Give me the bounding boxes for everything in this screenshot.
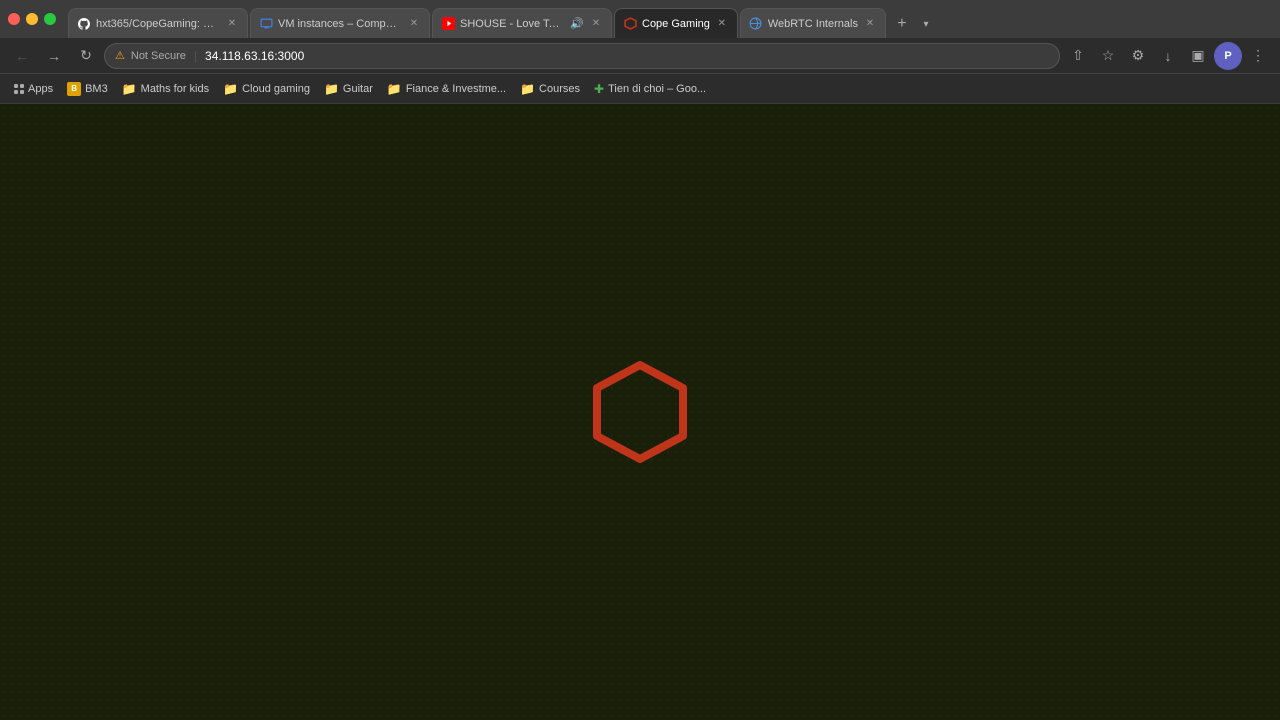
tab-title-github: hxt365/CopeGaming: Cloud-b... — [96, 18, 220, 30]
tab-close-github[interactable]: ✕ — [225, 17, 239, 31]
toolbar-right: ⇧ ☆ ⚙ ↓ ▣ P ⋮ — [1064, 42, 1272, 70]
bookmark-maths[interactable]: 📁 Maths for kids — [116, 79, 215, 99]
tab-cope-gaming[interactable]: Cope Gaming ✕ — [614, 8, 738, 38]
reload-button[interactable]: ↻ — [72, 42, 100, 70]
close-button[interactable] — [8, 13, 20, 25]
menu-button[interactable]: ⋮ — [1244, 42, 1272, 70]
sidebar-button[interactable]: ▣ — [1184, 42, 1212, 70]
window-controls — [8, 13, 56, 25]
bookmark-fiance-label: Fiance & Investme... — [406, 83, 506, 95]
downloads-button[interactable]: ↓ — [1154, 42, 1182, 70]
bookmark-fiance[interactable]: 📁 Fiance & Investme... — [381, 79, 512, 99]
cope-favicon-icon — [623, 17, 637, 31]
tien-icon: ✚ — [594, 82, 604, 96]
apps-label: Apps — [28, 83, 53, 95]
tab-github[interactable]: hxt365/CopeGaming: Cloud-b... ✕ — [68, 8, 248, 38]
folder-courses-icon: 📁 — [520, 82, 535, 96]
bookmark-maths-label: Maths for kids — [141, 83, 209, 95]
bookmark-guitar[interactable]: 📁 Guitar — [318, 79, 379, 99]
bookmark-cloud[interactable]: 📁 Cloud gaming — [217, 79, 316, 99]
bm3-icon: B — [67, 82, 81, 96]
folder-cloud-icon: 📁 — [223, 82, 238, 96]
folder-icon: 📁 — [122, 82, 137, 96]
apps-button[interactable]: Apps — [8, 80, 59, 98]
hexagon-container — [585, 357, 695, 467]
bookmark-bm3[interactable]: B BM3 — [61, 79, 114, 99]
main-content — [0, 104, 1280, 720]
lock-icon: ⚠ — [115, 49, 125, 62]
tab-close-webrtc[interactable]: ✕ — [863, 17, 877, 31]
bookmark-star-button[interactable]: ☆ — [1094, 42, 1122, 70]
address-bar: ← → ↻ ⚠ Not Secure | 34.118.63.16:3000 ⇧… — [0, 38, 1280, 74]
bookmark-guitar-label: Guitar — [343, 83, 373, 95]
new-tab-button[interactable]: + — [888, 10, 916, 38]
url-input[interactable]: ⚠ Not Secure | 34.118.63.16:3000 — [104, 43, 1060, 69]
bookmark-tien-label: Tien di choi – Goo... — [608, 83, 706, 95]
audio-icon: 🔊 — [570, 17, 584, 31]
github-favicon-icon — [77, 17, 91, 31]
bookmarks-bar: Apps B BM3 📁 Maths for kids 📁 Cloud gami… — [0, 74, 1280, 104]
tab-title-vm: VM instances – Compute Engi... — [278, 18, 402, 30]
url-text: 34.118.63.16:3000 — [205, 49, 1049, 63]
forward-button[interactable]: → — [40, 42, 68, 70]
hexagon-shape — [585, 357, 695, 467]
title-bar: hxt365/CopeGaming: Cloud-b... ✕ VM insta… — [0, 0, 1280, 38]
vm-favicon-icon — [259, 17, 273, 31]
tab-title-cope: Cope Gaming — [642, 18, 710, 30]
bookmark-bm3-label: BM3 — [85, 83, 108, 95]
profile-button[interactable]: P — [1214, 42, 1242, 70]
not-secure-label: Not Secure — [131, 50, 186, 62]
tab-vm[interactable]: VM instances – Compute Engi... ✕ — [250, 8, 430, 38]
bookmark-tien[interactable]: ✚ Tien di choi – Goo... — [588, 79, 712, 99]
tab-webrtc[interactable]: WebRTC Internals ✕ — [740, 8, 886, 38]
bookmark-cloud-label: Cloud gaming — [242, 83, 310, 95]
tab-close-cope[interactable]: ✕ — [715, 17, 729, 31]
tab-close-youtube[interactable]: ✕ — [589, 17, 603, 31]
extensions-button[interactable]: ⚙ — [1124, 42, 1152, 70]
webrtc-favicon-icon — [749, 17, 763, 31]
bookmark-courses-label: Courses — [539, 83, 580, 95]
tabs-chevron-icon[interactable]: ▾ — [916, 10, 936, 38]
minimize-button[interactable] — [26, 13, 38, 25]
back-button[interactable]: ← — [8, 42, 36, 70]
share-button[interactable]: ⇧ — [1064, 42, 1092, 70]
tabs-bar: hxt365/CopeGaming: Cloud-b... ✕ VM insta… — [68, 0, 1272, 38]
folder-fiance-icon: 📁 — [387, 82, 402, 96]
tab-close-vm[interactable]: ✕ — [407, 17, 421, 31]
bookmark-courses[interactable]: 📁 Courses — [514, 79, 586, 99]
tab-title-webrtc: WebRTC Internals — [768, 18, 858, 30]
tab-title-youtube: SHOUSE - Love Tonight [ — [460, 18, 565, 30]
apps-grid-icon — [14, 84, 24, 94]
youtube-favicon-icon — [441, 17, 455, 31]
maximize-button[interactable] — [44, 13, 56, 25]
folder-guitar-icon: 📁 — [324, 82, 339, 96]
tab-youtube[interactable]: SHOUSE - Love Tonight [ 🔊 ✕ — [432, 8, 612, 38]
